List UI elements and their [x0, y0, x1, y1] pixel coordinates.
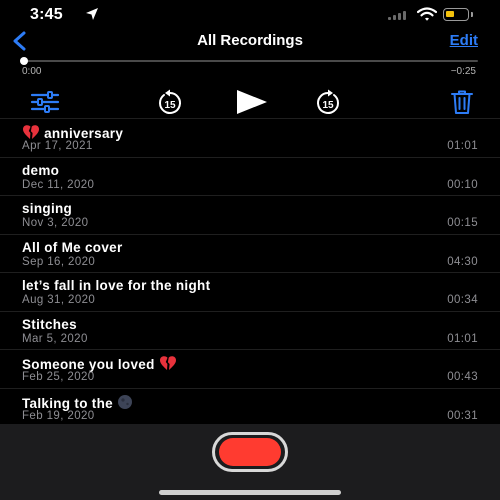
recording-duration: 00:31	[447, 409, 478, 422]
navigation-bar: All Recordings Edit	[0, 28, 500, 54]
svg-text:15: 15	[164, 100, 176, 111]
broken-heart-icon	[159, 356, 176, 370]
recording-duration: 00:43	[447, 371, 478, 383]
recording-title: Someone you loved	[22, 355, 177, 372]
recording-title-text: All of Me cover	[22, 239, 123, 255]
new-moon-icon	[118, 394, 133, 409]
remaining-time: −0:25	[450, 66, 476, 77]
recording-date: Aug 31, 2020	[22, 294, 96, 306]
record-button[interactable]	[212, 432, 288, 472]
recording-title: singing	[22, 201, 72, 216]
record-dot	[219, 438, 281, 466]
wifi-icon	[417, 7, 437, 21]
recording-date: Sep 16, 2020	[22, 255, 96, 268]
recording-title: let’s fall in love for the night	[22, 278, 210, 293]
recording-title: All of Me cover	[22, 240, 123, 255]
cellular-signal-icon	[388, 10, 410, 20]
recording-row[interactable]: anniversary Apr 17, 2021 01:01	[0, 118, 500, 157]
recording-title: Stitches	[22, 317, 77, 332]
recording-row[interactable]: singing Nov 3, 2020 00:15	[0, 195, 500, 234]
recording-date: Feb 25, 2020	[22, 371, 95, 383]
recording-row[interactable]: let’s fall in love for the night Aug 31, …	[0, 272, 500, 311]
recording-duration: 00:34	[447, 294, 478, 306]
recording-title-text: singing	[22, 201, 73, 216]
recordings-list: anniversary Apr 17, 2021 01:01 demo Dec 11, …	[0, 118, 500, 426]
recording-date: Apr 17, 2021	[22, 140, 93, 152]
skip-forward-15-icon[interactable]: 15	[313, 89, 343, 119]
recording-duration: 00:10	[447, 178, 478, 191]
trash-icon[interactable]	[450, 89, 474, 115]
home-indicator	[159, 490, 341, 495]
recording-title: Talking to the	[22, 394, 133, 411]
recording-duration: 00:15	[447, 217, 478, 229]
recording-title-text: Talking to the	[22, 395, 113, 411]
recording-title: demo	[22, 163, 59, 178]
status-bar: 3:45	[0, 0, 500, 28]
skip-back-15-icon[interactable]: 15	[155, 89, 185, 119]
recording-duration: 04:30	[447, 255, 478, 268]
recording-row[interactable]: All of Me cover Sep 16, 2020 04:30	[0, 233, 500, 273]
recording-title: anniversary	[22, 124, 123, 141]
broken-heart-icon	[23, 125, 39, 139]
status-time: 3:45	[30, 6, 63, 23]
recording-title-text: anniversary	[44, 126, 124, 141]
recording-date: Feb 19, 2020	[22, 409, 95, 422]
playback-controls: 15 15	[0, 84, 500, 118]
scrubber-handle[interactable]	[20, 57, 28, 65]
recording-title-text: Someone you loved	[22, 357, 155, 372]
play-icon[interactable]	[234, 88, 270, 116]
recording-date: Dec 11, 2020	[22, 178, 95, 191]
recording-duration: 01:01	[447, 332, 478, 345]
playback-scrubber[interactable]	[22, 60, 478, 62]
edit-button[interactable]: Edit	[450, 32, 478, 49]
recording-date: Mar 5, 2020	[22, 332, 88, 345]
options-sliders-icon[interactable]	[30, 90, 60, 114]
elapsed-time: 0:00	[22, 66, 42, 77]
recording-title-text: Stitches	[22, 316, 77, 332]
location-arrow-icon	[86, 8, 98, 20]
recording-row[interactable]: Talking to the Feb 19, 2020 00:31	[0, 387, 500, 427]
svg-text:15: 15	[322, 100, 334, 111]
battery-icon	[443, 8, 469, 21]
recording-title-text: let’s fall in love for the night	[22, 278, 211, 293]
recording-title-text: demo	[22, 162, 60, 178]
page-title: All Recordings	[197, 32, 303, 49]
recording-row[interactable]: Someone you loved Feb 25, 2020 00:43	[0, 349, 500, 388]
recording-duration: 01:01	[447, 140, 478, 152]
recording-date: Nov 3, 2020	[22, 217, 89, 229]
recording-row[interactable]: Stitches Mar 5, 2020 01:01	[0, 310, 500, 350]
recording-row[interactable]: demo Dec 11, 2020 00:10	[0, 156, 500, 196]
